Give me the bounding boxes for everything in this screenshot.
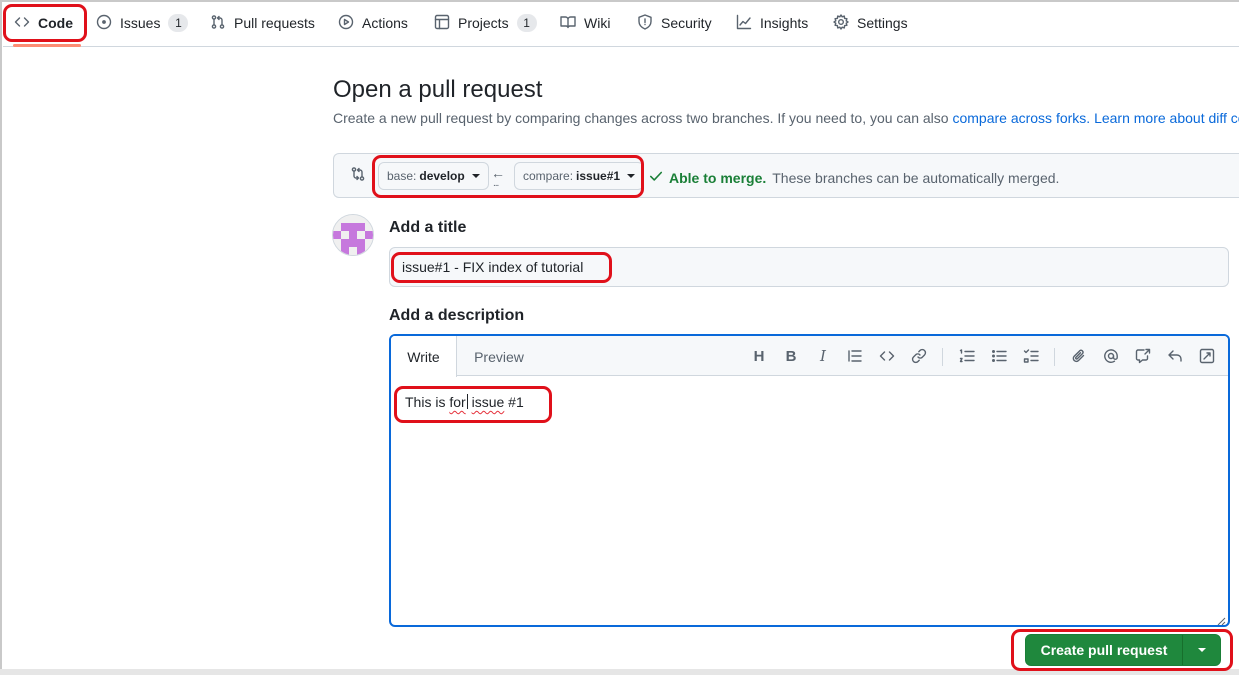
tab-wiki-label: Wiki xyxy=(584,15,611,31)
tab-code-label: Code xyxy=(38,15,73,31)
repo-nav: Code Issues 1 Pull requests Actions Proj… xyxy=(3,2,1239,47)
ellipsis-icon: ... xyxy=(493,178,499,189)
table-icon xyxy=(434,14,450,33)
tab-insights[interactable]: Insights xyxy=(736,11,808,35)
description-textarea[interactable]: This is for issue #1 xyxy=(405,394,524,410)
tab-preview[interactable]: Preview xyxy=(461,336,537,377)
compare-branch-select[interactable]: compare: issue#1 xyxy=(514,162,645,190)
shield-icon xyxy=(637,13,653,33)
create-pull-request-button[interactable]: Create pull request xyxy=(1026,635,1182,665)
toolbar-divider xyxy=(942,348,943,366)
avatar xyxy=(332,214,374,256)
page-title: Open a pull request xyxy=(333,76,543,103)
tab-code[interactable]: Code xyxy=(14,11,73,35)
tab-issues[interactable]: Issues 1 xyxy=(96,11,189,35)
tab-settings-label: Settings xyxy=(857,15,908,31)
tab-security-label: Security xyxy=(661,15,712,31)
code-icon[interactable] xyxy=(878,347,896,365)
tab-actions[interactable]: Actions xyxy=(338,11,408,35)
active-tab-indicator xyxy=(13,44,81,47)
diff-comparisons-link[interactable]: Learn more about diff comparisons here. xyxy=(1094,110,1239,126)
issue-icon xyxy=(96,14,112,33)
body-text-1: This is xyxy=(405,394,450,410)
reply-icon[interactable] xyxy=(1166,347,1184,365)
base-prefix: base: xyxy=(387,169,417,183)
compare-forks-link[interactable]: compare across forks. xyxy=(952,110,1090,126)
tab-settings[interactable]: Settings xyxy=(833,11,908,35)
compare-prefix: compare: xyxy=(523,169,574,183)
code-icon xyxy=(14,14,30,33)
description-editor: Write Preview H B I This is for issue #1 xyxy=(389,334,1230,627)
title-label: Add a title xyxy=(389,219,467,236)
tab-projects[interactable]: Projects 1 xyxy=(434,11,537,35)
pull-request-icon xyxy=(210,14,226,33)
fullscreen-icon[interactable] xyxy=(1198,347,1216,365)
body-text-4: issue xyxy=(471,394,505,410)
subtitle-text: Create a new pull request by comparing c… xyxy=(333,110,953,126)
chevron-down-icon xyxy=(1197,648,1206,652)
task-list-icon[interactable] xyxy=(1022,347,1040,365)
heading-icon[interactable]: H xyxy=(750,347,768,365)
ordered-list-icon[interactable] xyxy=(958,347,976,365)
merge-ok-text: Able to merge. xyxy=(669,169,767,186)
cross-reference-icon[interactable] xyxy=(1134,347,1152,365)
tab-projects-label: Projects xyxy=(458,15,509,31)
book-icon xyxy=(560,14,576,33)
chevron-down-icon xyxy=(471,174,480,178)
create-pull-request-group: Create pull request xyxy=(1025,634,1221,666)
base-branch-select[interactable]: base: develop xyxy=(378,162,489,190)
check-icon xyxy=(649,169,663,186)
compare-branch-name: issue#1 xyxy=(576,169,621,183)
description-label: Add a description xyxy=(389,307,525,324)
chevron-down-icon xyxy=(627,174,636,178)
tab-actions-label: Actions xyxy=(362,15,408,31)
bold-icon[interactable]: B xyxy=(782,347,800,365)
quote-icon[interactable] xyxy=(846,347,864,365)
paperclip-icon[interactable] xyxy=(1070,347,1088,365)
tab-wiki[interactable]: Wiki xyxy=(560,11,610,35)
tab-write[interactable]: Write xyxy=(391,336,457,377)
merge-description: These branches can be automatically merg… xyxy=(772,169,1060,186)
toolbar-divider xyxy=(1054,348,1055,366)
merge-status: Able to merge. These branches can be aut… xyxy=(649,169,1059,186)
projects-counter: 1 xyxy=(516,14,537,32)
body-text-2: for xyxy=(449,394,466,410)
gear-icon xyxy=(833,13,849,33)
window-bottom-edge xyxy=(0,669,1239,675)
tab-issues-label: Issues xyxy=(120,15,161,31)
tab-pull-requests[interactable]: Pull requests xyxy=(210,11,315,35)
tab-insights-label: Insights xyxy=(760,15,809,31)
italic-icon[interactable]: I xyxy=(814,347,832,365)
tab-pull-requests-label: Pull requests xyxy=(234,15,315,31)
mention-icon[interactable] xyxy=(1102,347,1120,365)
create-options-dropdown[interactable] xyxy=(1182,635,1220,665)
unordered-list-icon[interactable] xyxy=(990,347,1008,365)
issues-counter: 1 xyxy=(168,14,189,32)
body-text-5: #1 xyxy=(504,394,524,410)
page-subtitle: Create a new pull request by comparing c… xyxy=(333,110,1239,126)
graph-icon xyxy=(736,14,752,33)
git-compare-icon xyxy=(350,166,366,182)
resize-handle[interactable] xyxy=(1216,613,1226,625)
tab-security[interactable]: Security xyxy=(637,11,712,35)
link-icon[interactable] xyxy=(910,347,928,365)
play-icon xyxy=(338,14,354,33)
title-field[interactable]: issue#1 - FIX index of tutorial xyxy=(389,247,1229,287)
base-branch-name: develop xyxy=(419,169,465,183)
